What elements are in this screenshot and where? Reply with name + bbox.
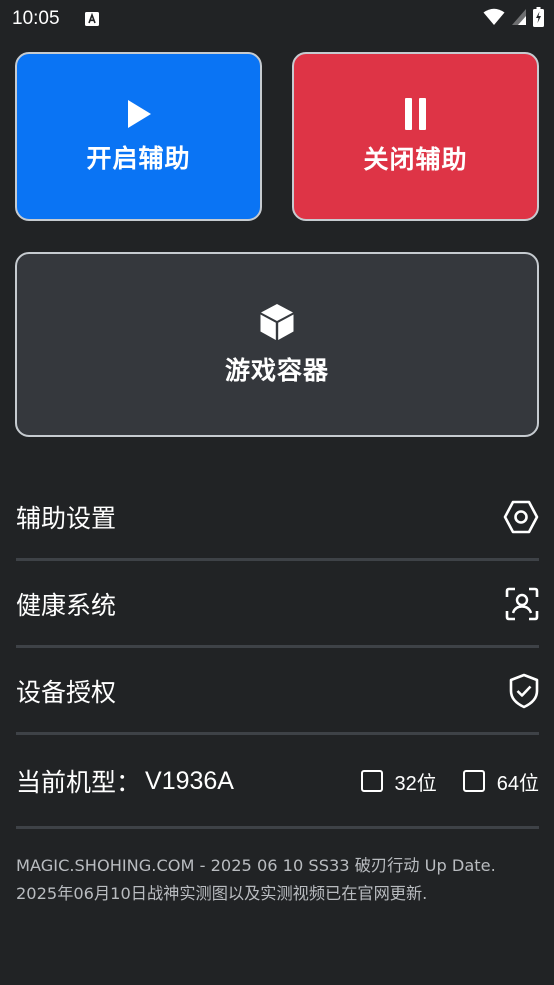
device-model-label: 当前机型： (16, 768, 142, 797)
option-64bit[interactable]: 64位 (462, 767, 539, 796)
play-icon (126, 99, 152, 129)
architecture-options: 32位 64位 (360, 767, 539, 796)
update-notice-line-1: MAGIC.SHOHING.COM - 2025 06 10 SS33 破刃行动… (16, 856, 496, 875)
start-assist-button[interactable]: 开启辅助 (15, 52, 262, 221)
pause-icon (403, 97, 429, 130)
stop-assist-button[interactable]: 关闭辅助 (292, 52, 539, 221)
signal-icon (511, 8, 527, 30)
game-container-button[interactable]: 游戏容器 (15, 252, 539, 437)
update-notice-line-2: 2025年06月10日战神实测图以及实测视频已在官网更新. (16, 884, 428, 903)
start-assist-label: 开启辅助 (86, 143, 191, 173)
status-time: 10:05 (12, 8, 60, 29)
face-scan-icon (505, 587, 539, 621)
settings-hexagon-icon (503, 500, 539, 534)
device-authorization-row[interactable]: 设备授权 (16, 649, 539, 735)
device-authorization-label: 设备授权 (16, 677, 117, 707)
health-system-label: 健康系统 (16, 590, 117, 620)
cube-icon (259, 303, 295, 341)
status-bar: 10:05 (0, 0, 554, 38)
assist-settings-label: 辅助设置 (16, 503, 117, 533)
option-64bit-label: 64位 (496, 770, 539, 795)
checkbox-64bit[interactable] (462, 770, 485, 792)
option-32bit[interactable]: 32位 (360, 767, 437, 796)
device-model-row: 当前机型： V1936A 32位 64位 (16, 736, 539, 829)
update-notice: MAGIC.SHOHING.COM - 2025 06 10 SS33 破刃行动… (16, 852, 541, 908)
shield-check-icon (509, 673, 539, 709)
battery-charging-icon (533, 7, 544, 31)
game-container-label: 游戏容器 (224, 355, 329, 385)
option-32bit-label: 32位 (394, 770, 437, 795)
a-letter-notification-icon (84, 11, 100, 27)
wifi-icon (483, 8, 505, 30)
status-icons (483, 7, 544, 31)
health-system-row[interactable]: 健康系统 (16, 562, 539, 648)
device-model-value: V1936A (145, 766, 234, 795)
checkbox-32bit[interactable] (360, 770, 383, 792)
stop-assist-label: 关闭辅助 (363, 144, 468, 174)
assist-settings-row[interactable]: 辅助设置 (16, 475, 539, 561)
